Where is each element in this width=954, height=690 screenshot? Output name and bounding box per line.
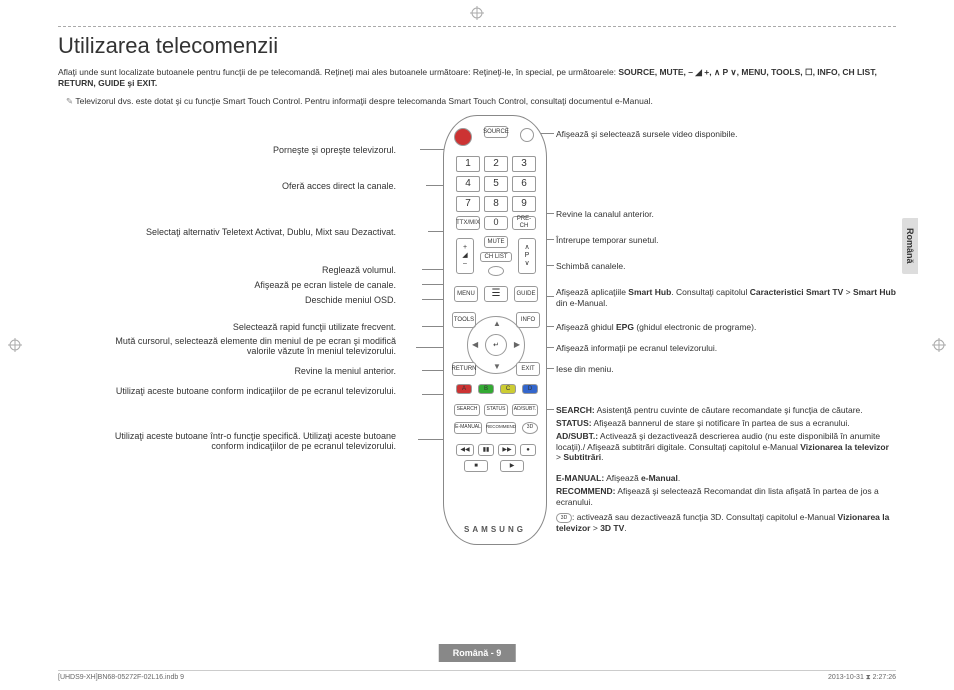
label-ttx: Selectaţi alternativ Teletext Activat, D… — [96, 227, 396, 237]
down-arrow-icon: ▼ — [493, 362, 501, 371]
play-button: ▶ — [500, 460, 524, 472]
mute-button: MUTE — [484, 236, 508, 248]
key-1: 1 — [456, 156, 480, 172]
key-9: 9 — [512, 196, 536, 212]
footer-file: [UHDS9-XH]BN68-05272F-02L16.indb 9 — [58, 674, 184, 682]
key-3: 3 — [512, 156, 536, 172]
label-colors: Utilizaţi aceste butoane conform indicaţ… — [96, 386, 396, 396]
remote-body: SOURCE 1 2 3 4 5 6 7 8 9 TTX/MIX 0 PRE-C… — [443, 115, 547, 545]
page-title: Utilizarea telecomenzii — [58, 33, 896, 59]
key-0: 0 — [484, 216, 508, 230]
label-chlist: Afişează pe ecran listele de canale. — [96, 280, 396, 290]
label-recommend: RECOMMEND: Afişează şi selectează Recoma… — [556, 486, 896, 507]
label-vol: Reglează volumul. — [96, 265, 396, 275]
label-direct: Oferă acces direct la canale. — [96, 181, 396, 191]
key-6: 6 — [512, 176, 536, 192]
key-8: 8 — [484, 196, 508, 212]
page: Utilizarea telecomenzii Aflaţi unde sunt… — [0, 0, 954, 555]
ttx-button: TTX/MIX — [456, 216, 480, 230]
info-button: INFO — [516, 312, 540, 328]
intro-body: Aflaţi unde sunt localizate butoanele pe… — [58, 67, 618, 77]
record-button: ● — [520, 444, 536, 456]
label-nav: Mută cursorul, selectează elemente din m… — [96, 336, 396, 356]
label-guide: Afişează ghidul EPG (ghidul electronic d… — [556, 322, 896, 333]
label-ch: Schimbă canalele. — [556, 261, 896, 272]
forward-button: ▶▶ — [498, 444, 516, 456]
crop-mark-top — [470, 6, 484, 20]
3d-icon: 3D — [556, 513, 572, 523]
left-arrow-icon: ◀ — [472, 340, 478, 349]
adsubt-button: AD/SUBT. — [512, 404, 538, 416]
label-info: Afişează informaţii pe ecranul televizor… — [556, 343, 896, 354]
label-exit: Iese din meniu. — [556, 364, 896, 375]
right-arrow-icon: ▶ — [514, 340, 520, 349]
label-3d: 3D: activează sau dezactivează funcţia 3… — [556, 512, 896, 533]
smarthub-button: ☰ — [484, 286, 508, 302]
label-search: SEARCH: Asistenţă pentru cuvinte de căut… — [556, 405, 896, 416]
label-smarthub: Afişează aplicaţiile Smart Hub. Consulta… — [556, 287, 896, 308]
stop-button: ■ — [464, 460, 488, 472]
key-2: 2 — [484, 156, 508, 172]
label-emanual: E-MANUAL: Afişează e-Manual. — [556, 473, 896, 484]
label-mute: Întrerupe temporar sunetul. — [556, 235, 896, 246]
intro-text: Aflaţi unde sunt localizate butoanele pe… — [58, 67, 896, 90]
prech-button: PRE-CH — [512, 216, 536, 230]
power-button — [454, 128, 472, 146]
divider — [58, 26, 896, 27]
volume-rocker: +◢– — [456, 238, 474, 274]
note: Televizorul dvs. este dotat şi cu funcţi… — [66, 96, 896, 107]
source-button: SOURCE — [484, 126, 508, 138]
key-4: 4 — [456, 176, 480, 192]
footer-time: 2013-10-31 ⧗ 2:27:26 — [828, 674, 896, 682]
color-b-button: B — [478, 384, 494, 394]
color-d-button: D — [522, 384, 538, 394]
label-tools: Selectează rapid funcţii utilizate frecv… — [96, 322, 396, 332]
color-c-button: C — [500, 384, 516, 394]
chlist-button: CH LIST — [480, 252, 512, 262]
label-power: Porneşte şi opreşte televizorul. — [96, 145, 396, 155]
label-source: Afişează şi selectează sursele video dis… — [556, 129, 896, 140]
guide-button: GUIDE — [514, 286, 538, 302]
page-number: Română - 9 — [439, 644, 516, 662]
brand-logo: SAMSUNG — [464, 525, 526, 534]
language-tab: Română — [902, 218, 918, 274]
emanual-button: E-MANUAL — [454, 422, 482, 434]
label-adsubt: AD/SUBT.: Activează şi dezactivează desc… — [556, 431, 896, 463]
crop-mark-left — [8, 338, 22, 352]
label-return: Revine la meniul anterior. — [96, 366, 396, 376]
menu-button: MENU — [454, 286, 478, 302]
recommend-button: RECOMMEND — [486, 422, 516, 434]
exit-button: EXIT — [516, 362, 540, 376]
hdmi-button — [520, 128, 534, 142]
label-bottom: Utilizaţi aceste butoane într-o funcţie … — [96, 431, 396, 451]
tools-button: TOOLS — [452, 312, 476, 328]
rec-button — [488, 266, 504, 276]
pause-button: ▮▮ — [478, 444, 494, 456]
footer: [UHDS9-XH]BN68-05272F-02L16.indb 9 2013-… — [58, 670, 896, 682]
key-7: 7 — [456, 196, 480, 212]
return-button: RETURN — [452, 362, 476, 376]
crop-mark-right — [932, 338, 946, 352]
rewind-button: ◀◀ — [456, 444, 474, 456]
key-5: 5 — [484, 176, 508, 192]
label-status: STATUS: Afişează bannerul de stare şi no… — [556, 418, 896, 429]
channel-rocker: ∧P∨ — [518, 238, 536, 274]
3d-button: 3D — [522, 422, 538, 434]
remote-diagram: Porneşte şi opreşte televizorul. Oferă a… — [58, 115, 896, 555]
up-arrow-icon: ▲ — [493, 319, 501, 328]
search-button: SEARCH — [454, 404, 480, 416]
label-menu: Deschide meniul OSD. — [96, 295, 396, 305]
status-button: STATUS — [484, 404, 508, 416]
color-a-button: A — [456, 384, 472, 394]
label-prech: Revine la canalul anterior. — [556, 209, 896, 220]
enter-button: ↵ — [485, 334, 507, 356]
